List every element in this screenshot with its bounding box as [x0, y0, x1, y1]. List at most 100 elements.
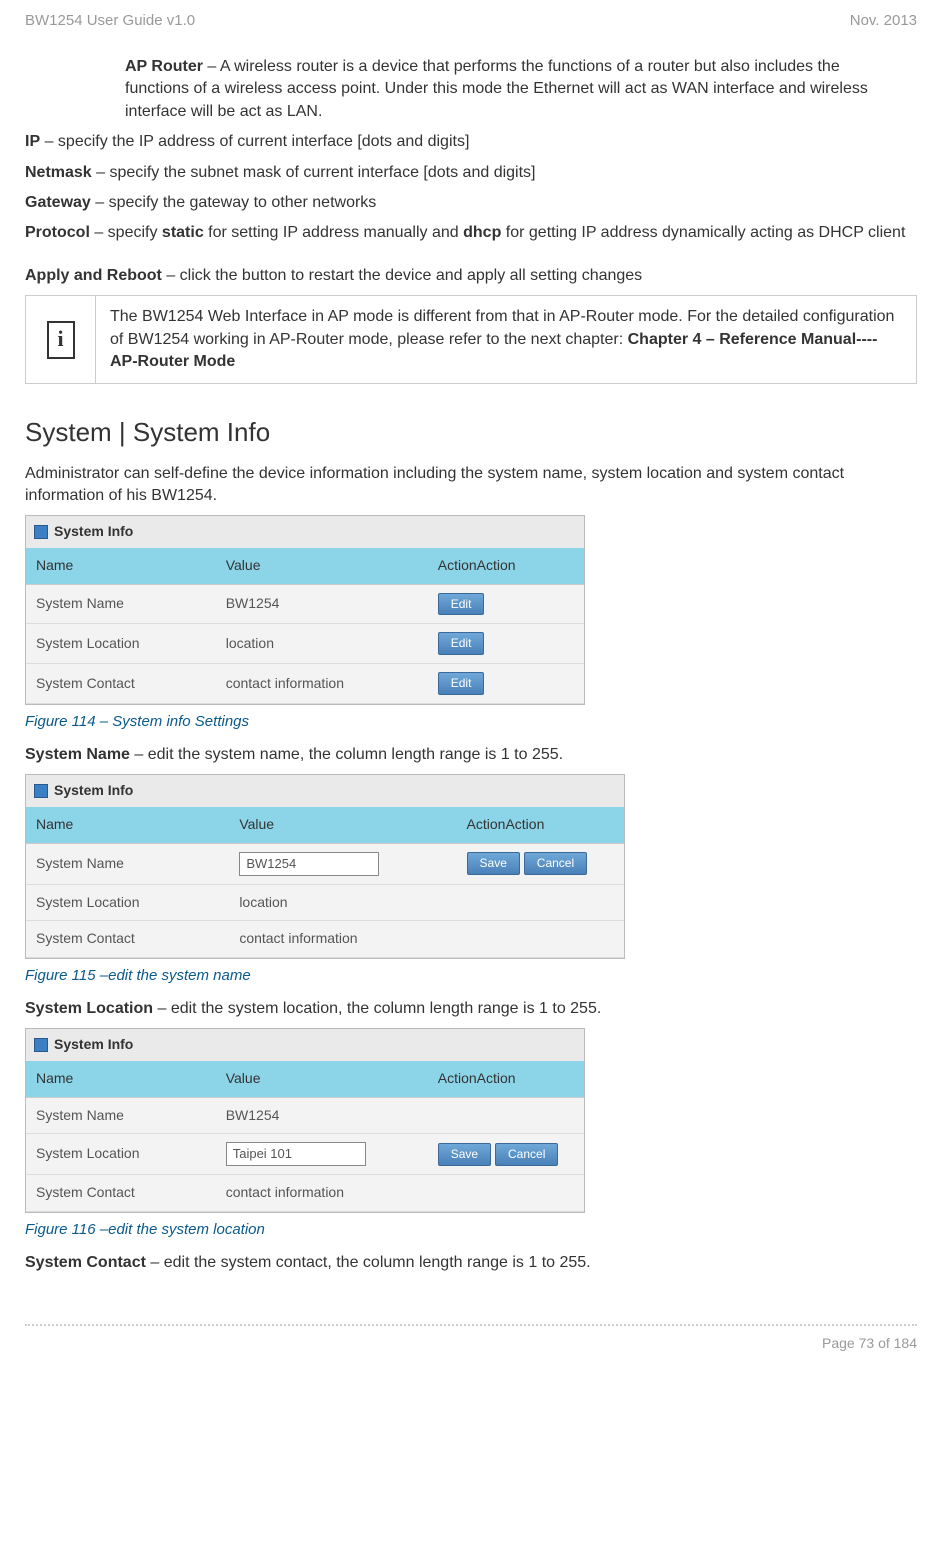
- system-location-input[interactable]: Taipei 101: [226, 1142, 366, 1166]
- figure-114: System Info Name Value ActionAction Syst…: [25, 515, 585, 705]
- gateway-desc: – specify the gateway to other networks: [91, 194, 376, 211]
- apply-para: Apply and Reboot – click the button to r…: [25, 265, 917, 287]
- page-footer: Page 73 of 184: [25, 1324, 917, 1354]
- figure-116: System Info Name Value ActionAction Syst…: [25, 1028, 585, 1213]
- cell-value: contact information: [216, 664, 428, 704]
- system-name-label: System Name: [25, 746, 130, 763]
- system-name-input[interactable]: BW1254: [239, 852, 379, 876]
- protocol-post: for getting IP address dynamically actin…: [501, 224, 905, 241]
- cell-action: Save Cancel: [457, 843, 624, 884]
- panel-icon: [34, 1038, 48, 1052]
- cell-name: System Name: [26, 584, 216, 624]
- edit-button[interactable]: Edit: [438, 632, 485, 655]
- edit-button[interactable]: Edit: [438, 593, 485, 616]
- protocol-pre: – specify: [90, 224, 162, 241]
- cell-action: Edit: [428, 664, 584, 704]
- protocol-para: Protocol – specify static for setting IP…: [25, 222, 917, 244]
- cell-name: System Name: [26, 1097, 216, 1134]
- panel-title: System Info: [54, 1035, 133, 1055]
- cell-value: location: [216, 624, 428, 664]
- figure-114-caption: Figure 114 – System info Settings: [25, 711, 917, 732]
- system-name-desc: – edit the system name, the column lengt…: [130, 746, 563, 763]
- panel-icon: [34, 525, 48, 539]
- info-text: The BW1254 Web Interface in AP mode is d…: [96, 296, 916, 383]
- gateway-para: Gateway – specify the gateway to other n…: [25, 192, 917, 214]
- ip-label: IP: [25, 133, 40, 150]
- th-value: Value: [216, 1061, 428, 1097]
- cell-name: System Location: [26, 624, 216, 664]
- table-row: System Contact contact information: [26, 1175, 584, 1212]
- system-contact-para: System Contact – edit the system contact…: [25, 1252, 917, 1274]
- cancel-button[interactable]: Cancel: [524, 852, 587, 875]
- edit-button[interactable]: Edit: [438, 672, 485, 695]
- gateway-label: Gateway: [25, 194, 91, 211]
- section-intro: Administrator can self-define the device…: [25, 463, 917, 508]
- cell-value: location: [229, 884, 456, 921]
- table-row: System Contact contact information Edit: [26, 664, 584, 704]
- table-header-row: Name Value ActionAction: [26, 548, 584, 584]
- cell-name: System Contact: [26, 664, 216, 704]
- cell-value: contact information: [229, 921, 456, 958]
- ap-router-label: AP Router: [125, 58, 203, 75]
- save-button[interactable]: Save: [438, 1143, 491, 1166]
- table-row: System Name BW1254: [26, 1097, 584, 1134]
- info-box: i The BW1254 Web Interface in AP mode is…: [25, 295, 917, 384]
- system-contact-desc: – edit the system contact, the column le…: [146, 1254, 591, 1271]
- th-name: Name: [26, 548, 216, 584]
- cell-action: [457, 884, 624, 921]
- cell-action: Edit: [428, 584, 584, 624]
- cell-value: BW1254: [229, 843, 456, 884]
- th-value: Value: [229, 807, 456, 843]
- system-info-table: Name Value ActionAction System Name BW12…: [26, 548, 584, 704]
- cell-action: [457, 921, 624, 958]
- panel-title: System Info: [54, 522, 133, 542]
- panel-titlebar: System Info: [26, 775, 624, 807]
- cell-value: BW1254: [216, 584, 428, 624]
- ap-router-desc: – A wireless router is a device that per…: [125, 58, 868, 120]
- figure-115-caption: Figure 115 –edit the system name: [25, 965, 917, 986]
- cell-name: System Location: [26, 884, 229, 921]
- panel-titlebar: System Info: [26, 1029, 584, 1061]
- system-info-table: Name Value ActionAction System Name BW12…: [26, 1061, 584, 1212]
- table-header-row: Name Value ActionAction: [26, 807, 624, 843]
- table-row: System Contact contact information: [26, 921, 624, 958]
- cell-action: [428, 1175, 584, 1212]
- th-value: Value: [216, 548, 428, 584]
- netmask-label: Netmask: [25, 164, 92, 181]
- table-row: System Name BW1254 Save Cancel: [26, 843, 624, 884]
- cancel-button[interactable]: Cancel: [495, 1143, 558, 1166]
- th-action: ActionAction: [428, 1061, 584, 1097]
- cell-name: System Contact: [26, 1175, 216, 1212]
- th-action: ActionAction: [428, 548, 584, 584]
- protocol-label: Protocol: [25, 224, 90, 241]
- netmask-desc: – specify the subnet mask of current int…: [92, 164, 536, 181]
- header-left: BW1254 User Guide v1.0: [25, 10, 195, 31]
- table-row: System Location location: [26, 884, 624, 921]
- th-name: Name: [26, 1061, 216, 1097]
- system-location-label: System Location: [25, 1000, 153, 1017]
- apply-desc: – click the button to restart the device…: [162, 267, 642, 284]
- cell-action: [428, 1097, 584, 1134]
- figure-115: System Info Name Value ActionAction Syst…: [25, 774, 625, 959]
- netmask-para: Netmask – specify the subnet mask of cur…: [25, 162, 917, 184]
- figure-116-caption: Figure 116 –edit the system location: [25, 1219, 917, 1240]
- section-heading: System | System Info: [25, 414, 917, 450]
- cell-value: BW1254: [216, 1097, 428, 1134]
- system-name-para: System Name – edit the system name, the …: [25, 744, 917, 766]
- protocol-bold1: static: [162, 224, 204, 241]
- cell-name: System Location: [26, 1134, 216, 1175]
- info-icon: i: [47, 321, 75, 359]
- page-header: BW1254 User Guide v1.0 Nov. 2013: [25, 10, 917, 31]
- th-name: Name: [26, 807, 229, 843]
- ap-router-para: AP Router – A wireless router is a devic…: [125, 56, 897, 123]
- system-location-desc: – edit the system location, the column l…: [153, 1000, 601, 1017]
- ip-desc: – specify the IP address of current inte…: [40, 133, 469, 150]
- protocol-bold2: dhcp: [463, 224, 501, 241]
- cell-name: System Contact: [26, 921, 229, 958]
- cell-name: System Name: [26, 843, 229, 884]
- header-right: Nov. 2013: [850, 10, 917, 31]
- panel-title: System Info: [54, 781, 133, 801]
- save-button[interactable]: Save: [467, 852, 520, 875]
- cell-value: Taipei 101: [216, 1134, 428, 1175]
- protocol-mid: for setting IP address manually and: [204, 224, 463, 241]
